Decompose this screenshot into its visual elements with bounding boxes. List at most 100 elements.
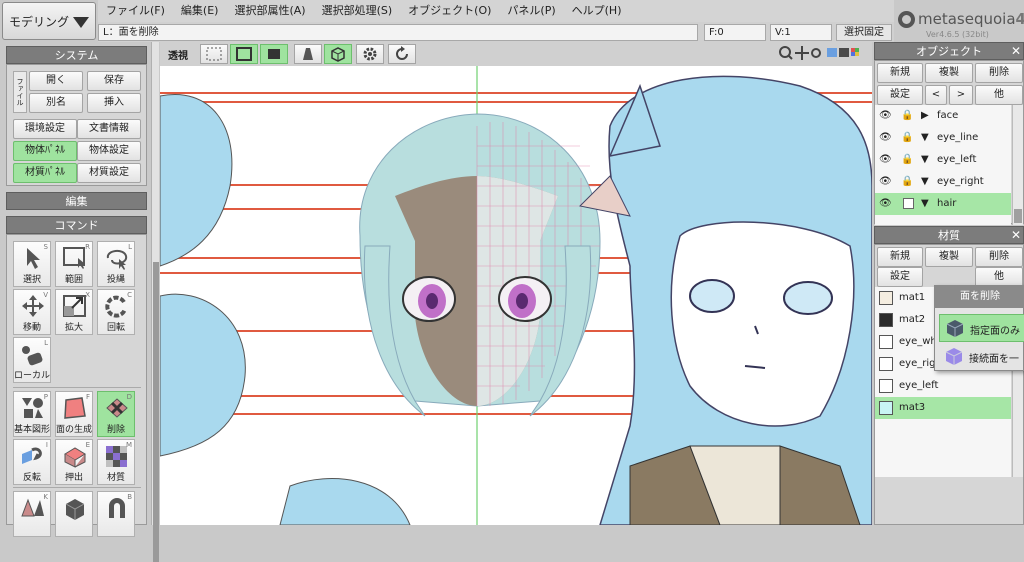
object-settings-button[interactable]: 物体設定 [77, 141, 141, 161]
object-row-hair[interactable]: 👁 ▼ hair [875, 193, 1011, 215]
object-panel-toggle[interactable]: 物体ﾊﾟﾈﾙ [13, 141, 77, 161]
show-object-toggle[interactable] [324, 44, 352, 64]
tool-primitive[interactable]: P 基本図形 [13, 391, 51, 437]
material-copy-button[interactable]: 複製 [925, 247, 973, 267]
command-panel-header[interactable]: コマンド [6, 216, 147, 234]
tool-extrude[interactable]: E 押出 [55, 439, 93, 485]
tool-scale[interactable]: X 拡大 [55, 289, 93, 335]
material-row-selected[interactable]: mat3 [875, 397, 1011, 419]
tool-create-face[interactable]: F 面の生成 [55, 391, 93, 437]
lock-icon[interactable]: 🔒 [901, 171, 913, 193]
visibility-eye-icon[interactable]: 👁 [879, 105, 892, 127]
env-settings-button[interactable]: 環境設定 [13, 119, 77, 139]
material-swatch[interactable] [879, 291, 893, 305]
tool-delete[interactable]: D 削除 [97, 391, 135, 437]
tool-material[interactable]: M 材質 [97, 439, 135, 485]
display-mode-icon[interactable] [826, 46, 866, 62]
lock-icon[interactable]: 🔒 [901, 105, 913, 127]
3d-viewport[interactable] [160, 66, 872, 525]
system-panel-header[interactable]: システム [6, 46, 147, 64]
tool-move[interactable]: V 移動 [13, 289, 51, 335]
select-edges-button[interactable] [230, 44, 258, 64]
material-swatch[interactable] [879, 357, 893, 371]
open-button[interactable]: 開く [29, 71, 83, 91]
collapsed-triangle-icon[interactable]: ▶ [921, 105, 929, 127]
tool-local[interactable]: L ローカル [13, 337, 51, 383]
unlock-checkbox[interactable] [903, 198, 914, 209]
sketch-character-right [578, 75, 872, 525]
tool-rotate[interactable]: C 回転 [97, 289, 135, 335]
tool-box[interactable] [55, 491, 93, 537]
visibility-eye-icon[interactable]: 👁 [879, 149, 892, 171]
object-move-up-button[interactable]: < [925, 85, 947, 105]
menu-edit[interactable]: 編集(E) [173, 0, 227, 22]
expanded-triangle-icon[interactable]: ▼ [921, 127, 929, 149]
menu-help[interactable]: ヘルプ(H) [564, 0, 630, 22]
material-panel-header[interactable]: 材質 [874, 226, 1024, 244]
object-row-eye-line[interactable]: 👁 🔒 ▼ eye_line [875, 127, 1011, 149]
material-swatch[interactable] [879, 313, 893, 327]
tool-lasso[interactable]: L 投縄 [97, 241, 135, 287]
save-button[interactable]: 保存 [87, 71, 141, 91]
menu-file[interactable]: ファイル(F) [98, 0, 173, 22]
refresh-button[interactable] [388, 44, 416, 64]
object-settings-button[interactable]: 設定 [877, 85, 923, 105]
settings-button[interactable] [356, 44, 384, 64]
visibility-eye-icon[interactable]: 👁 [879, 127, 892, 149]
edit-panel-header[interactable]: 編集 [6, 192, 147, 210]
material-swatch[interactable] [879, 401, 893, 415]
material-new-button[interactable]: 新規 [877, 247, 923, 267]
object-other-button[interactable]: 他 [975, 85, 1023, 105]
material-swatch[interactable] [879, 335, 893, 349]
object-list-scrollbar[interactable] [1012, 105, 1023, 225]
doc-info-button[interactable]: 文書情報 [77, 119, 141, 139]
tool-bend[interactable]: B [97, 491, 135, 537]
left-scrollbar-thumb[interactable] [153, 262, 159, 562]
delete-connected-button[interactable]: 接続面を一 [939, 344, 1024, 370]
tool-knife[interactable]: K [13, 491, 51, 537]
material-panel-close-icon[interactable]: ✕ [1011, 226, 1021, 244]
object-copy-button[interactable]: 複製 [925, 63, 973, 83]
object-row-eye-right[interactable]: 👁 🔒 ▼ eye_right [875, 171, 1011, 193]
wireframe-toggle[interactable] [294, 44, 322, 64]
menu-object[interactable]: オブジェクト(O) [400, 0, 499, 22]
material-row[interactable]: eye_left [875, 375, 1011, 397]
select-points-button[interactable] [200, 44, 228, 64]
visibility-eye-icon[interactable]: 👁 [879, 171, 892, 193]
save-as-button[interactable]: 別名 [29, 93, 83, 113]
material-panel-toggle[interactable]: 材質ﾊﾟﾈﾙ [13, 163, 77, 183]
object-new-button[interactable]: 新規 [877, 63, 923, 83]
menu-selection-attr[interactable]: 選択部属性(A) [226, 0, 313, 22]
insert-button[interactable]: 挿入 [87, 93, 141, 113]
object-panel-close-icon[interactable]: ✕ [1011, 42, 1021, 60]
object-row-eye-left[interactable]: 👁 🔒 ▼ eye_left [875, 149, 1011, 171]
material-swatch[interactable] [879, 379, 893, 393]
selection-lock-button[interactable]: 選択固定 [836, 24, 892, 41]
menu-panel[interactable]: パネル(P) [499, 0, 563, 22]
object-row-face[interactable]: 👁 🔒 ▶ face [875, 105, 1011, 127]
expanded-triangle-icon[interactable]: ▼ [921, 193, 929, 215]
material-delete-button[interactable]: 削除 [975, 247, 1023, 267]
delete-selected-only-button[interactable]: 指定面のみ [939, 314, 1024, 342]
expanded-triangle-icon[interactable]: ▼ [921, 171, 929, 193]
tool-range[interactable]: R 範囲 [55, 241, 93, 287]
lock-icon[interactable]: 🔒 [901, 127, 913, 149]
material-settings-button[interactable]: 設定 [877, 267, 923, 287]
mode-dropdown[interactable]: モデリング [2, 2, 96, 40]
object-move-down-button[interactable]: > [949, 85, 973, 105]
object-delete-button[interactable]: 削除 [975, 63, 1023, 83]
zoom-pan-rotate-icon [779, 46, 821, 60]
material-settings-button[interactable]: 材質設定 [77, 163, 141, 183]
object-list-scrollbar-thumb[interactable] [1014, 209, 1022, 223]
tool-select[interactable]: S 選択 [13, 241, 51, 287]
visibility-eye-icon[interactable]: 👁 [879, 193, 892, 215]
menu-selection-proc[interactable]: 選択部処理(S) [314, 0, 401, 22]
lock-icon[interactable]: 🔒 [901, 149, 913, 171]
object-panel-header[interactable]: オブジェクト [874, 42, 1024, 60]
material-other-button[interactable]: 他 [975, 267, 1023, 287]
tool-flip[interactable]: I 反転 [13, 439, 51, 485]
select-faces-button[interactable] [260, 44, 288, 64]
expanded-triangle-icon[interactable]: ▼ [921, 149, 929, 171]
left-scrollbar[interactable] [151, 42, 159, 562]
view-nav-icons[interactable] [778, 44, 822, 64]
